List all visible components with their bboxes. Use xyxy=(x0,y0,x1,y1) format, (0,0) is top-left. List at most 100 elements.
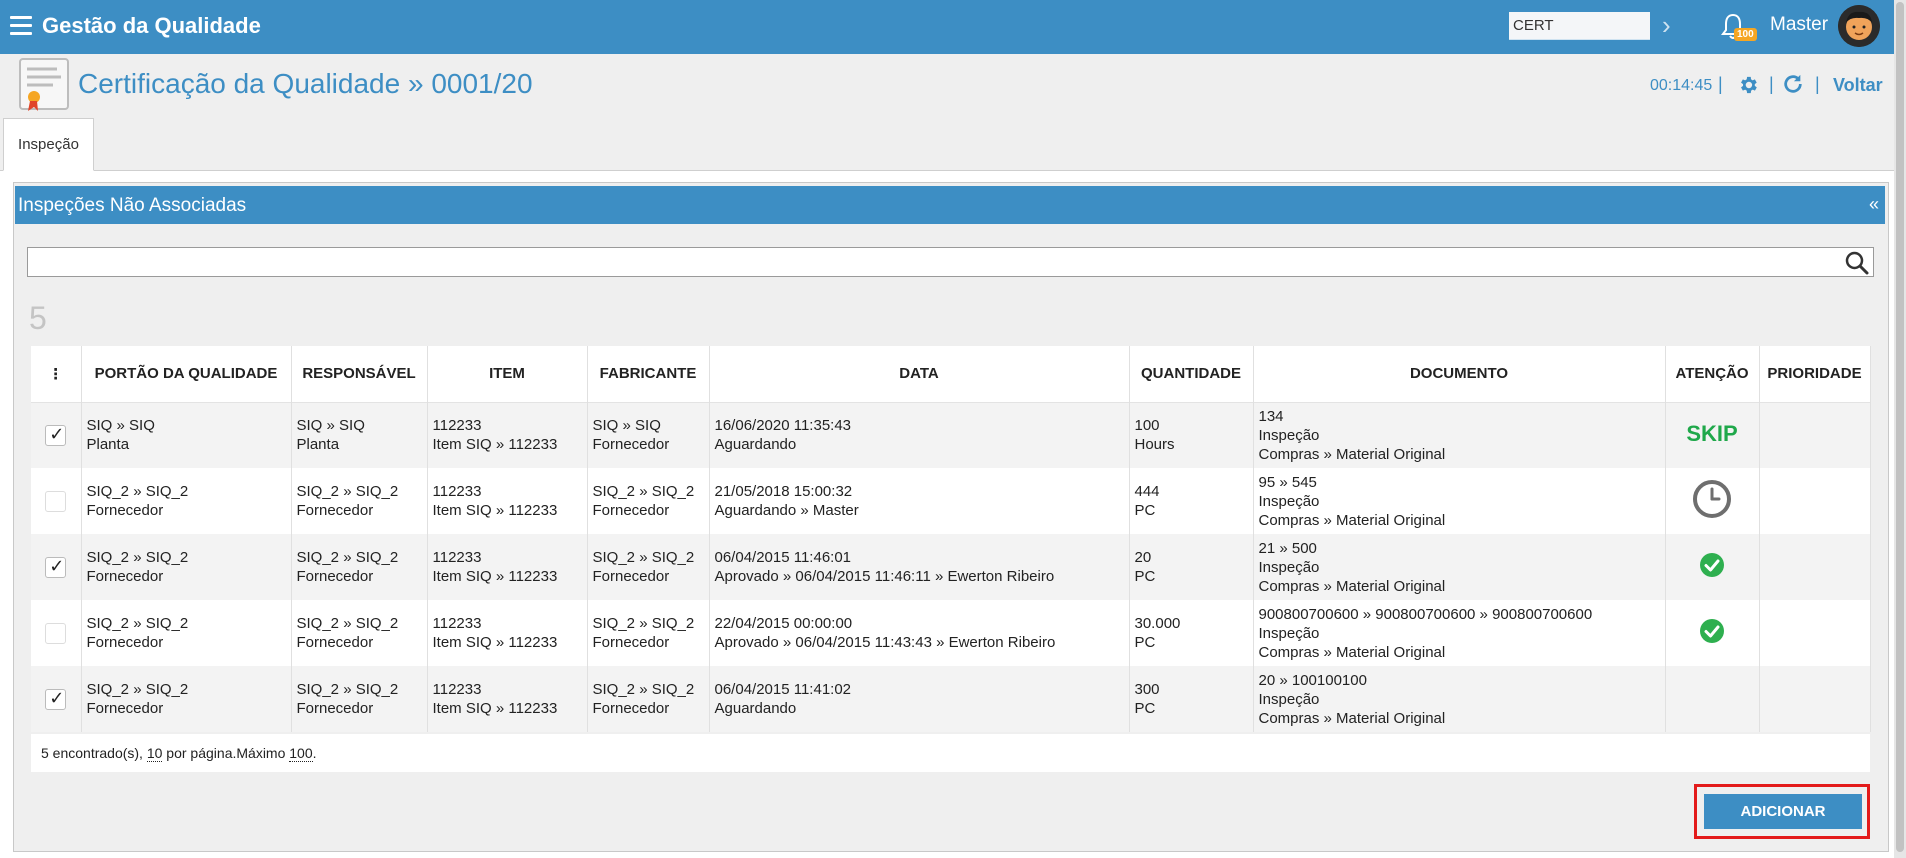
inspections-table: ⋮ PORTÃO DA QUALIDADE RESPONSÁVEL ITEM F… xyxy=(31,346,1871,732)
cell-line: Inspeção xyxy=(1258,624,1320,642)
max-select[interactable]: 100 xyxy=(289,745,313,762)
cell-line: SIQ_2 » SIQ_2 xyxy=(296,615,399,632)
item-cell: 112233 Item SIQ » 112233 xyxy=(427,666,588,732)
cell-line: 100 xyxy=(1134,417,1160,435)
column-header[interactable]: PORTÃO DA QUALIDADE xyxy=(81,346,292,402)
certificate-icon xyxy=(19,58,69,111)
panel-header: Inspeções Não Associadas « xyxy=(15,186,1885,224)
cell-line: Fornecedor xyxy=(592,436,670,454)
cell-line: 112233 xyxy=(432,615,482,632)
item-cell: 112233 Item SIQ » 112233 xyxy=(427,600,588,666)
table-row[interactable]: SIQ_2 » SIQ_2 Fornecedor SIQ_2 » SIQ_2 Forn… xyxy=(31,534,1871,600)
date-cell: 21/05/2018 15:00:32 Aguardando » Master xyxy=(709,468,1130,534)
cell-line: 95 » 545 xyxy=(1258,473,1317,491)
attention-cell xyxy=(1665,468,1760,534)
gate-cell: SIQ_2 » SIQ_2 Fornecedor xyxy=(81,534,292,600)
row-checkbox[interactable] xyxy=(45,622,67,644)
cell-line: Fornecedor xyxy=(296,502,374,519)
cell-line: Hours xyxy=(1134,436,1175,454)
page-scrollbar[interactable] xyxy=(1894,0,1906,858)
column-header[interactable]: RESPONSÁVEL xyxy=(291,346,428,402)
skip-label: SKIP xyxy=(1686,421,1738,447)
column-header[interactable]: FABRICANTE xyxy=(587,346,710,402)
quantity-cell: 100 Hours xyxy=(1129,402,1254,468)
select-cell xyxy=(31,468,82,534)
row-checkbox[interactable] xyxy=(45,424,67,446)
search-input[interactable] xyxy=(27,247,1874,277)
cell-line: Fornecedor xyxy=(86,634,164,651)
cell-line: 16/06/2020 11:35:43 xyxy=(714,417,852,435)
cell-line: 112233 xyxy=(432,417,482,435)
column-header[interactable]: DOCUMENTO xyxy=(1253,346,1666,402)
cell-line: 06/04/2015 11:41:02 xyxy=(714,681,852,698)
cell-line: Item SIQ » 112233 xyxy=(432,634,558,651)
search-icon[interactable] xyxy=(1844,250,1870,276)
back-link[interactable]: Voltar xyxy=(1833,75,1883,96)
check-circle-icon xyxy=(1700,618,1724,643)
row-checkbox[interactable] xyxy=(45,556,67,578)
column-header[interactable]: DATA xyxy=(709,346,1130,402)
column-header[interactable]: QUANTIDADE xyxy=(1129,346,1254,402)
menu-icon[interactable] xyxy=(10,16,32,36)
row-checkbox[interactable] xyxy=(45,490,67,512)
cell-line: 30.000 xyxy=(1134,615,1181,632)
chevron-right-icon[interactable]: › xyxy=(1662,10,1671,41)
panel-title: Inspeções Não Associadas xyxy=(18,195,247,216)
cell-line: Aprovado » 06/04/2015 11:43:43 » Ewerton… xyxy=(714,634,1056,651)
attention-cell xyxy=(1665,666,1760,732)
table-row[interactable]: SIQ » SIQPlantaSIQ » SIQPlanta112233Item… xyxy=(31,402,1871,468)
column-header[interactable]: ITEM xyxy=(427,346,588,402)
column-header[interactable]: ATENÇÃO xyxy=(1665,346,1760,402)
cell-line: PC xyxy=(1134,568,1156,585)
pagination-info: 5 encontrado(s), 10 por página.Máximo 10… xyxy=(31,734,1870,772)
cell-line: SIQ_2 » SIQ_2 xyxy=(296,681,399,698)
cell-line: Fornecedor xyxy=(296,700,374,717)
cell-line: Fornecedor xyxy=(592,634,670,651)
select-cell xyxy=(31,402,82,468)
quantity-cell: 444 PC xyxy=(1129,468,1254,534)
cell-line: Inspeção xyxy=(1258,690,1320,708)
cell-line: 444 xyxy=(1134,483,1160,500)
collapse-button[interactable]: « xyxy=(1869,194,1879,215)
per-page-text: por página.Máximo xyxy=(162,745,290,761)
row-checkbox[interactable] xyxy=(45,688,67,710)
maker-cell: SIQ_2 » SIQ_2 Fornecedor xyxy=(587,468,710,534)
username[interactable]: Master xyxy=(1770,14,1828,36)
cell-line: Inspeção xyxy=(1258,492,1320,510)
attention-cell xyxy=(1665,600,1760,666)
cell-line: Item SIQ » 112233 xyxy=(432,502,558,519)
found-text: 5 encontrado(s), xyxy=(41,745,147,761)
responsible-cell: SIQ_2 » SIQ_2 Fornecedor xyxy=(291,534,428,600)
gate-cell: SIQ_2 » SIQ_2 Fornecedor xyxy=(81,600,292,666)
table-row[interactable]: SIQ_2 » SIQ_2 Fornecedor SIQ_2 » SIQ_2 Forn… xyxy=(31,468,1871,534)
cell-line: Aguardando » Master xyxy=(714,502,859,519)
per-page-select[interactable]: 10 xyxy=(146,745,163,762)
document-cell: 900800700600 » 900800700600 » 9008007006… xyxy=(1253,600,1666,666)
cell-line: Aprovado » 06/04/2015 11:46:11 » Ewerton… xyxy=(714,568,1055,585)
environment-input[interactable] xyxy=(1509,12,1650,40)
table-row[interactable]: SIQ_2 » SIQ_2 Fornecedor SIQ_2 » SIQ_2 Forn… xyxy=(31,666,1871,732)
select-cell xyxy=(31,600,82,666)
session-timer: 00:14:45 xyxy=(1650,77,1713,94)
cell-line: Fornecedor xyxy=(86,568,164,585)
tab-inspecao[interactable]: Inspeção xyxy=(3,118,94,171)
date-cell: 22/04/2015 00:00:00 Aprovado » 06/04/2015… xyxy=(709,600,1130,666)
cell-line: Fornecedor xyxy=(86,502,164,519)
item-cell: 112233 Item SIQ » 112233 xyxy=(427,534,588,600)
refresh-icon[interactable] xyxy=(1782,73,1804,95)
table-row[interactable]: SIQ_2 » SIQ_2 Fornecedor SIQ_2 » SIQ_2 Forn… xyxy=(31,600,1871,666)
cell-line: Fornecedor xyxy=(296,568,374,585)
cell-line: SIQ_2 » SIQ_2 xyxy=(592,615,695,632)
add-button[interactable]: ADICIONAR xyxy=(1704,794,1862,829)
gear-icon[interactable] xyxy=(1737,74,1759,96)
quantity-cell: 20 PC xyxy=(1129,534,1254,600)
gate-cell: SIQ_2 » SIQ_2 Fornecedor xyxy=(81,468,292,534)
cell-line: SIQ » SIQ xyxy=(296,417,365,435)
avatar[interactable] xyxy=(1838,5,1880,47)
item-cell: 112233 Item SIQ » 112233 xyxy=(427,468,588,534)
cell-line: Fornecedor xyxy=(592,502,670,519)
priority-cell xyxy=(1759,468,1871,534)
column-header[interactable]: PRIORIDADE xyxy=(1759,346,1871,402)
cell-line: SIQ_2 » SIQ_2 xyxy=(592,681,695,698)
column-menu-icon[interactable]: ⋮ xyxy=(31,346,82,402)
